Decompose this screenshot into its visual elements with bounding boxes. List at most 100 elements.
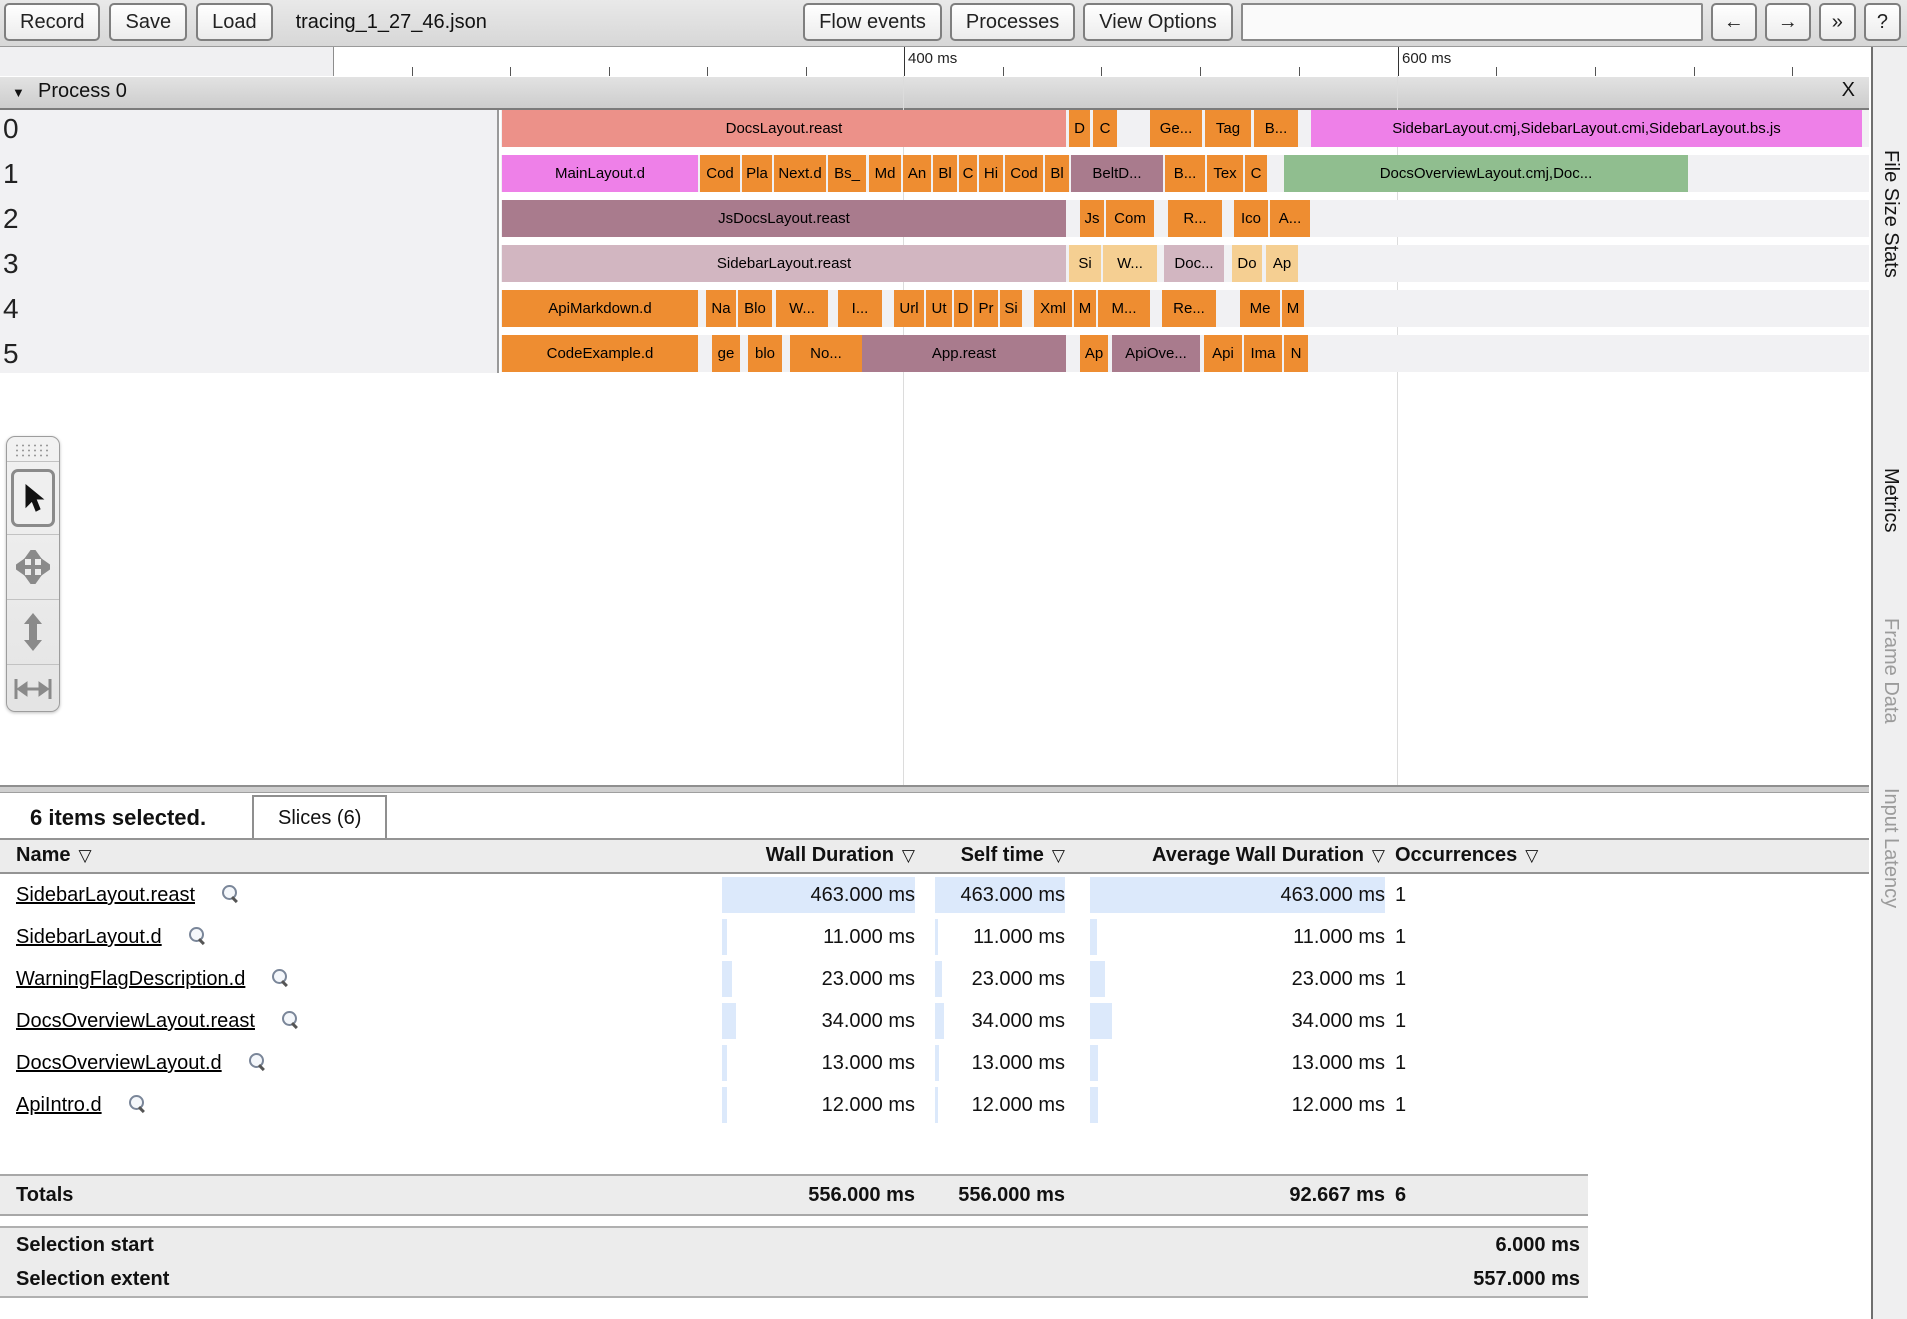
trace-slice[interactable]: D xyxy=(954,290,972,327)
trace-slice[interactable]: Pla xyxy=(742,155,772,192)
sidebar-tab-file-size-stats[interactable]: File Size Stats xyxy=(1879,150,1902,278)
trace-slice[interactable]: M xyxy=(1282,290,1304,327)
trace-slice[interactable]: Cod xyxy=(1005,155,1043,192)
table-row[interactable]: DocsOverviewLayout.d 13.000 ms 13.000 ms 13… xyxy=(0,1042,1869,1084)
trace-slice[interactable]: SidebarLayout.cmj,SidebarLayout.cmi,Side… xyxy=(1311,110,1862,147)
trace-slice[interactable]: Na xyxy=(706,290,736,327)
trace-slice[interactable]: B... xyxy=(1165,155,1205,192)
trace-slice[interactable]: Pr xyxy=(974,290,998,327)
search-input[interactable] xyxy=(1240,3,1703,41)
trace-slice[interactable]: Ut xyxy=(926,290,952,327)
trace-slice[interactable]: ApiMarkdown.d xyxy=(502,290,698,327)
processes-button[interactable]: Processes xyxy=(949,3,1076,41)
magnifier-icon[interactable] xyxy=(248,1052,268,1072)
trace-slice[interactable]: blo xyxy=(748,335,782,372)
find-previous-button[interactable]: ← xyxy=(1710,3,1757,41)
slice-name-link[interactable]: DocsOverviewLayout.d xyxy=(16,1052,222,1074)
table-row[interactable]: SidebarLayout.d 11.000 ms 11.000 ms 11.000 … xyxy=(0,916,1869,958)
trace-slice[interactable]: M xyxy=(1074,290,1096,327)
magnifier-icon[interactable] xyxy=(281,1010,301,1030)
trace-slice[interactable]: W... xyxy=(1103,245,1157,282)
trace-slice[interactable]: B... xyxy=(1254,110,1298,147)
slice-name-link[interactable]: SidebarLayout.d xyxy=(16,926,162,948)
trace-slice[interactable]: Ap xyxy=(1266,245,1298,282)
process-header[interactable]: ▼ Process 0 X xyxy=(0,77,1869,110)
close-process-icon[interactable]: X xyxy=(1842,79,1855,102)
trace-slice[interactable]: DocsOverviewLayout.cmj,Doc... xyxy=(1284,155,1688,192)
flame-chart-area[interactable]: 0 DocsLayout.reast D C Ge... Tag B... SidebarLa… xyxy=(0,76,1869,785)
slice-name-link[interactable]: ApiIntro.d xyxy=(16,1094,102,1116)
trace-slice[interactable]: Ge... xyxy=(1150,110,1202,147)
trace-slice[interactable]: Cod xyxy=(700,155,740,192)
trace-slice[interactable]: Si xyxy=(1069,245,1101,282)
trace-slice[interactable]: Me xyxy=(1240,290,1280,327)
trace-slice[interactable]: C xyxy=(1245,155,1267,192)
save-button[interactable]: Save xyxy=(109,3,188,41)
trace-slice[interactable]: DocsLayout.reast xyxy=(502,110,1066,147)
timing-tool-button[interactable] xyxy=(7,664,59,713)
magnifier-icon[interactable] xyxy=(271,968,291,988)
timeline-ruler[interactable]: 400 ms 600 ms xyxy=(333,47,1870,76)
trace-slice[interactable]: R... xyxy=(1168,200,1222,237)
record-button[interactable]: Record xyxy=(4,3,101,41)
trace-slice[interactable]: MainLayout.d xyxy=(502,155,698,192)
trace-slice[interactable]: Bl xyxy=(1045,155,1069,192)
trace-slice[interactable]: Si xyxy=(1000,290,1022,327)
column-header-self-time[interactable]: Self time ▽ xyxy=(935,844,1065,867)
load-button[interactable]: Load xyxy=(196,3,273,41)
table-row[interactable]: SidebarLayout.reast 463.000 ms 463.000 ms 4… xyxy=(0,874,1869,916)
trace-slice[interactable]: W... xyxy=(776,290,828,327)
table-row[interactable]: DocsOverviewLayout.reast 34.000 ms 34.000 … xyxy=(0,1000,1869,1042)
trace-slice[interactable]: Blo xyxy=(738,290,772,327)
trace-slice[interactable]: Ima xyxy=(1244,335,1282,372)
trace-slice[interactable]: C xyxy=(959,155,977,192)
magnifier-icon[interactable] xyxy=(128,1094,148,1114)
table-row[interactable]: WarningFlagDescription.d 23.000 ms 23.000 … xyxy=(0,958,1869,1000)
pan-tool-button[interactable] xyxy=(7,534,59,599)
panel-splitter[interactable] xyxy=(0,785,1869,793)
trace-slice[interactable]: No... xyxy=(790,335,862,372)
trace-slice[interactable]: C xyxy=(1093,110,1117,147)
trace-slice[interactable]: BeltD... xyxy=(1071,155,1163,192)
slice-name-link[interactable]: DocsOverviewLayout.reast xyxy=(16,1010,255,1032)
slice-name-link[interactable]: WarningFlagDescription.d xyxy=(16,968,245,990)
trace-slice[interactable]: Md xyxy=(869,155,901,192)
magnifier-icon[interactable] xyxy=(221,884,241,904)
trace-slice[interactable]: Tex xyxy=(1207,155,1243,192)
trace-slice[interactable]: Hi xyxy=(979,155,1003,192)
vertical-zoom-tool-button[interactable] xyxy=(7,599,59,664)
collapse-triangle-icon[interactable]: ▼ xyxy=(12,85,25,100)
tab-slices[interactable]: Slices (6) xyxy=(252,795,388,842)
trace-slice[interactable]: An xyxy=(903,155,931,192)
trace-slice[interactable]: Js xyxy=(1080,200,1104,237)
table-row[interactable]: ApiIntro.d 12.000 ms 12.000 ms 12.000 ms 1 xyxy=(0,1084,1869,1126)
trace-slice[interactable]: App.reast xyxy=(862,335,1066,372)
trace-slice[interactable]: Ap xyxy=(1080,335,1108,372)
trace-slice[interactable]: Tag xyxy=(1205,110,1251,147)
trace-slice[interactable]: Re... xyxy=(1162,290,1216,327)
trace-slice[interactable]: JsDocsLayout.reast xyxy=(502,200,1066,237)
trace-slice[interactable]: ApiOve... xyxy=(1112,335,1200,372)
trace-slice[interactable]: Bs_ xyxy=(828,155,866,192)
trace-slice[interactable]: N xyxy=(1284,335,1308,372)
trace-slice[interactable]: Bl xyxy=(933,155,957,192)
trace-slice[interactable]: Xml xyxy=(1034,290,1072,327)
selection-tool-button[interactable] xyxy=(7,461,59,534)
trace-slice[interactable]: Com xyxy=(1106,200,1154,237)
trace-slice[interactable]: SidebarLayout.reast xyxy=(502,245,1066,282)
trace-slice[interactable]: A... xyxy=(1270,200,1310,237)
find-next-button[interactable]: → xyxy=(1764,3,1811,41)
trace-slice[interactable]: Api xyxy=(1204,335,1242,372)
trace-slice[interactable]: Next.d xyxy=(774,155,826,192)
trace-slice[interactable]: Do xyxy=(1232,245,1262,282)
trace-slice[interactable]: CodeExample.d xyxy=(502,335,698,372)
sidebar-tab-metrics[interactable]: Metrics xyxy=(1879,468,1902,532)
column-header-name[interactable]: Name ▽ xyxy=(16,844,92,867)
trace-slice[interactable]: Url xyxy=(894,290,924,327)
slice-name-link[interactable]: SidebarLayout.reast xyxy=(16,884,195,906)
trace-slice[interactable]: Doc... xyxy=(1164,245,1224,282)
column-header-wall-duration[interactable]: Wall Duration ▽ xyxy=(722,844,915,867)
trace-slice[interactable]: D xyxy=(1069,110,1090,147)
magnifier-icon[interactable] xyxy=(188,926,208,946)
trace-slice[interactable]: I... xyxy=(838,290,882,327)
